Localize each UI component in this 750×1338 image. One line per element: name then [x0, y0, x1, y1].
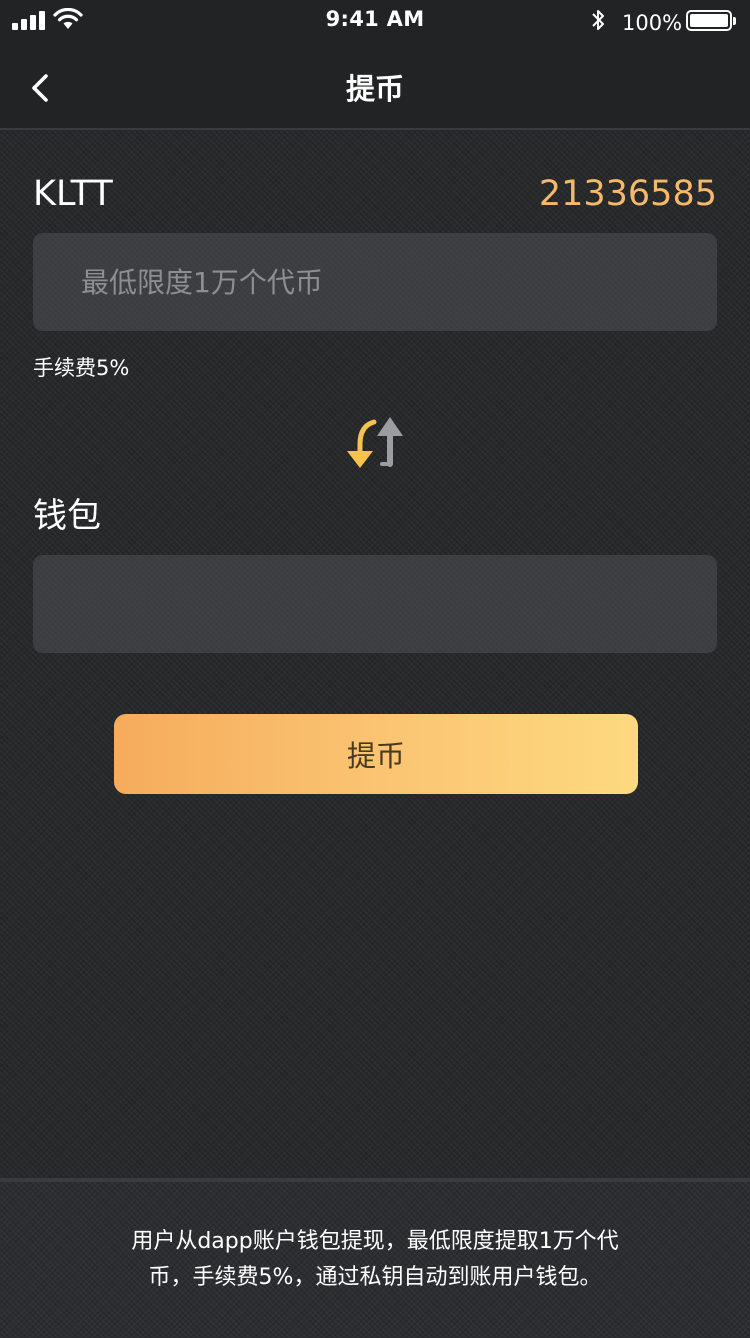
token-balance: 21336585	[538, 174, 717, 214]
wallet-input-box	[33, 555, 717, 653]
footer-note: 用户从dapp账户钱包提现，最低限度提取1万个代币，手续费5%，通过私钥自动到账…	[131, 1229, 619, 1290]
battery-icon	[686, 10, 736, 31]
wallet-label: 钱包	[33, 496, 101, 536]
withdraw-button[interactable]: 提币	[114, 714, 638, 794]
battery-percentage: 100%	[622, 11, 683, 35]
status-bar: 9:41 AM 100%	[0, 0, 750, 44]
amount-input[interactable]	[33, 233, 717, 331]
wallet-input[interactable]	[33, 555, 717, 653]
page-title: 提币	[345, 72, 404, 106]
bluetooth-icon	[592, 10, 604, 30]
footer: 用户从dapp账户钱包提现，最低限度提取1万个代币，手续费5%，通过私钥自动到账…	[0, 1178, 750, 1338]
amount-input-box	[33, 233, 717, 331]
swap-arrows-icon	[347, 417, 403, 468]
nav-bar: 提币	[0, 44, 750, 130]
fee-text: 手续费5%	[33, 356, 130, 380]
token-name: KLTT	[33, 174, 113, 214]
